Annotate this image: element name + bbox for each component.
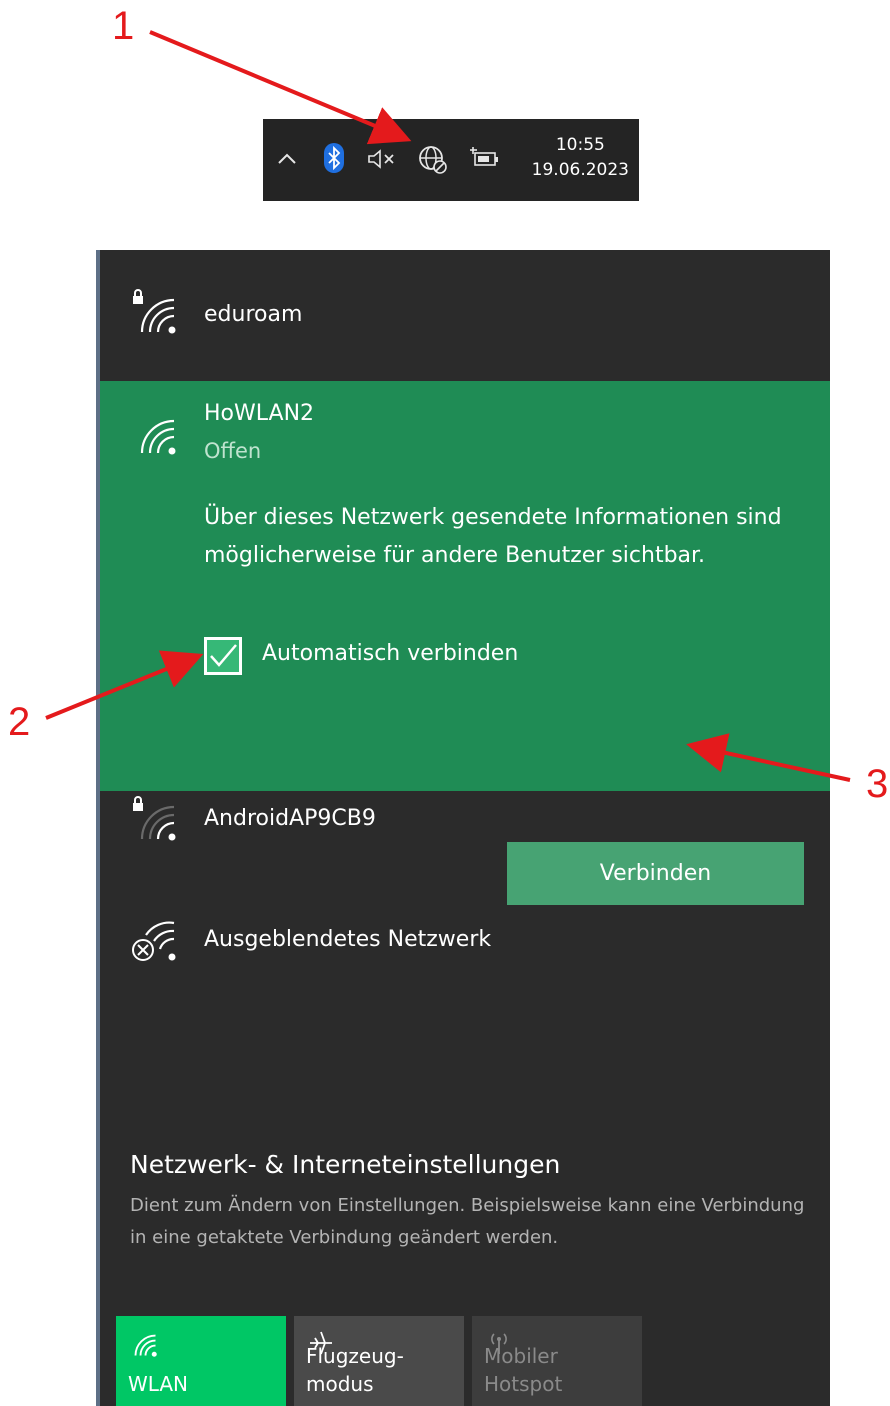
checkmark-icon (210, 644, 237, 667)
wifi-secured-icon (130, 288, 178, 336)
quick-action-mobile-hotspot[interactable]: Mobiler Hotspot (472, 1316, 642, 1406)
wifi-icon (128, 1328, 158, 1358)
wifi-hidden-icon (130, 917, 178, 965)
network-item-hidden[interactable]: Ausgeblendetes Netzwerk (100, 911, 830, 1031)
network-name: AndroidAP9CB9 (204, 806, 376, 831)
auto-connect-label[interactable]: Automatisch verbinden (262, 641, 518, 666)
network-name: eduroam (204, 302, 303, 327)
network-item-androidap[interactable]: AndroidAP9CB9 (100, 791, 830, 911)
quick-action-label-line1: Mobiler (484, 1344, 558, 1368)
wifi-icon (130, 409, 178, 457)
security-warning: Über dieses Netzwerk gesendete Informati… (204, 505, 782, 568)
network-settings-link[interactable]: Netzwerk- & Interneteinstellungen (130, 1150, 560, 1179)
clock[interactable]: 10:55 19.06.2023 (532, 133, 629, 183)
quick-action-label-line1: Flugzeug- (306, 1344, 404, 1368)
network-item-eduroam[interactable]: eduroam (100, 250, 830, 381)
network-settings-description: Dient zum Ändern von Einstellungen. Beis… (130, 1195, 805, 1248)
quick-action-label: WLAN (128, 1372, 189, 1396)
quick-action-label-line2: Hotspot (484, 1372, 563, 1396)
clock-date: 19.06.2023 (531, 160, 629, 180)
clock-time: 10:55 (555, 135, 605, 155)
callout-number-1: 1 (112, 4, 135, 48)
quick-action-label: Flugzeug-modus (306, 1342, 404, 1398)
volume-muted-icon[interactable] (367, 147, 399, 171)
network-status: Offen (204, 439, 262, 463)
battery-charging-icon[interactable] (469, 147, 499, 171)
network-item-howlan2[interactable]: HoWLAN2 Offen Über dieses Netzwerk gesen… (100, 381, 830, 905)
callout-number-3: 3 (866, 762, 889, 806)
network-name: Ausgeblendetes Netzwerk (204, 927, 492, 952)
bluetooth-icon[interactable] (323, 143, 345, 173)
quick-action-label-line2: modus (306, 1372, 374, 1396)
quick-action-label: Mobiler Hotspot (484, 1342, 562, 1398)
chevron-up-icon[interactable] (275, 147, 299, 171)
quick-action-wlan[interactable]: WLAN (116, 1316, 286, 1406)
network-name: HoWLAN2 (204, 401, 315, 426)
network-flyout: eduroam HoWLAN2 Offen Über dieses Netzwe… (100, 250, 830, 1406)
callout-number-2: 2 (8, 700, 31, 744)
quick-action-airplane-mode[interactable]: Flugzeug-modus (294, 1316, 464, 1406)
globe-no-connection-icon[interactable] (417, 144, 449, 176)
taskbar-tray: 10:55 19.06.2023 (263, 119, 639, 201)
auto-connect-checkbox[interactable] (204, 637, 242, 675)
wifi-secured-weak-icon (130, 795, 178, 843)
